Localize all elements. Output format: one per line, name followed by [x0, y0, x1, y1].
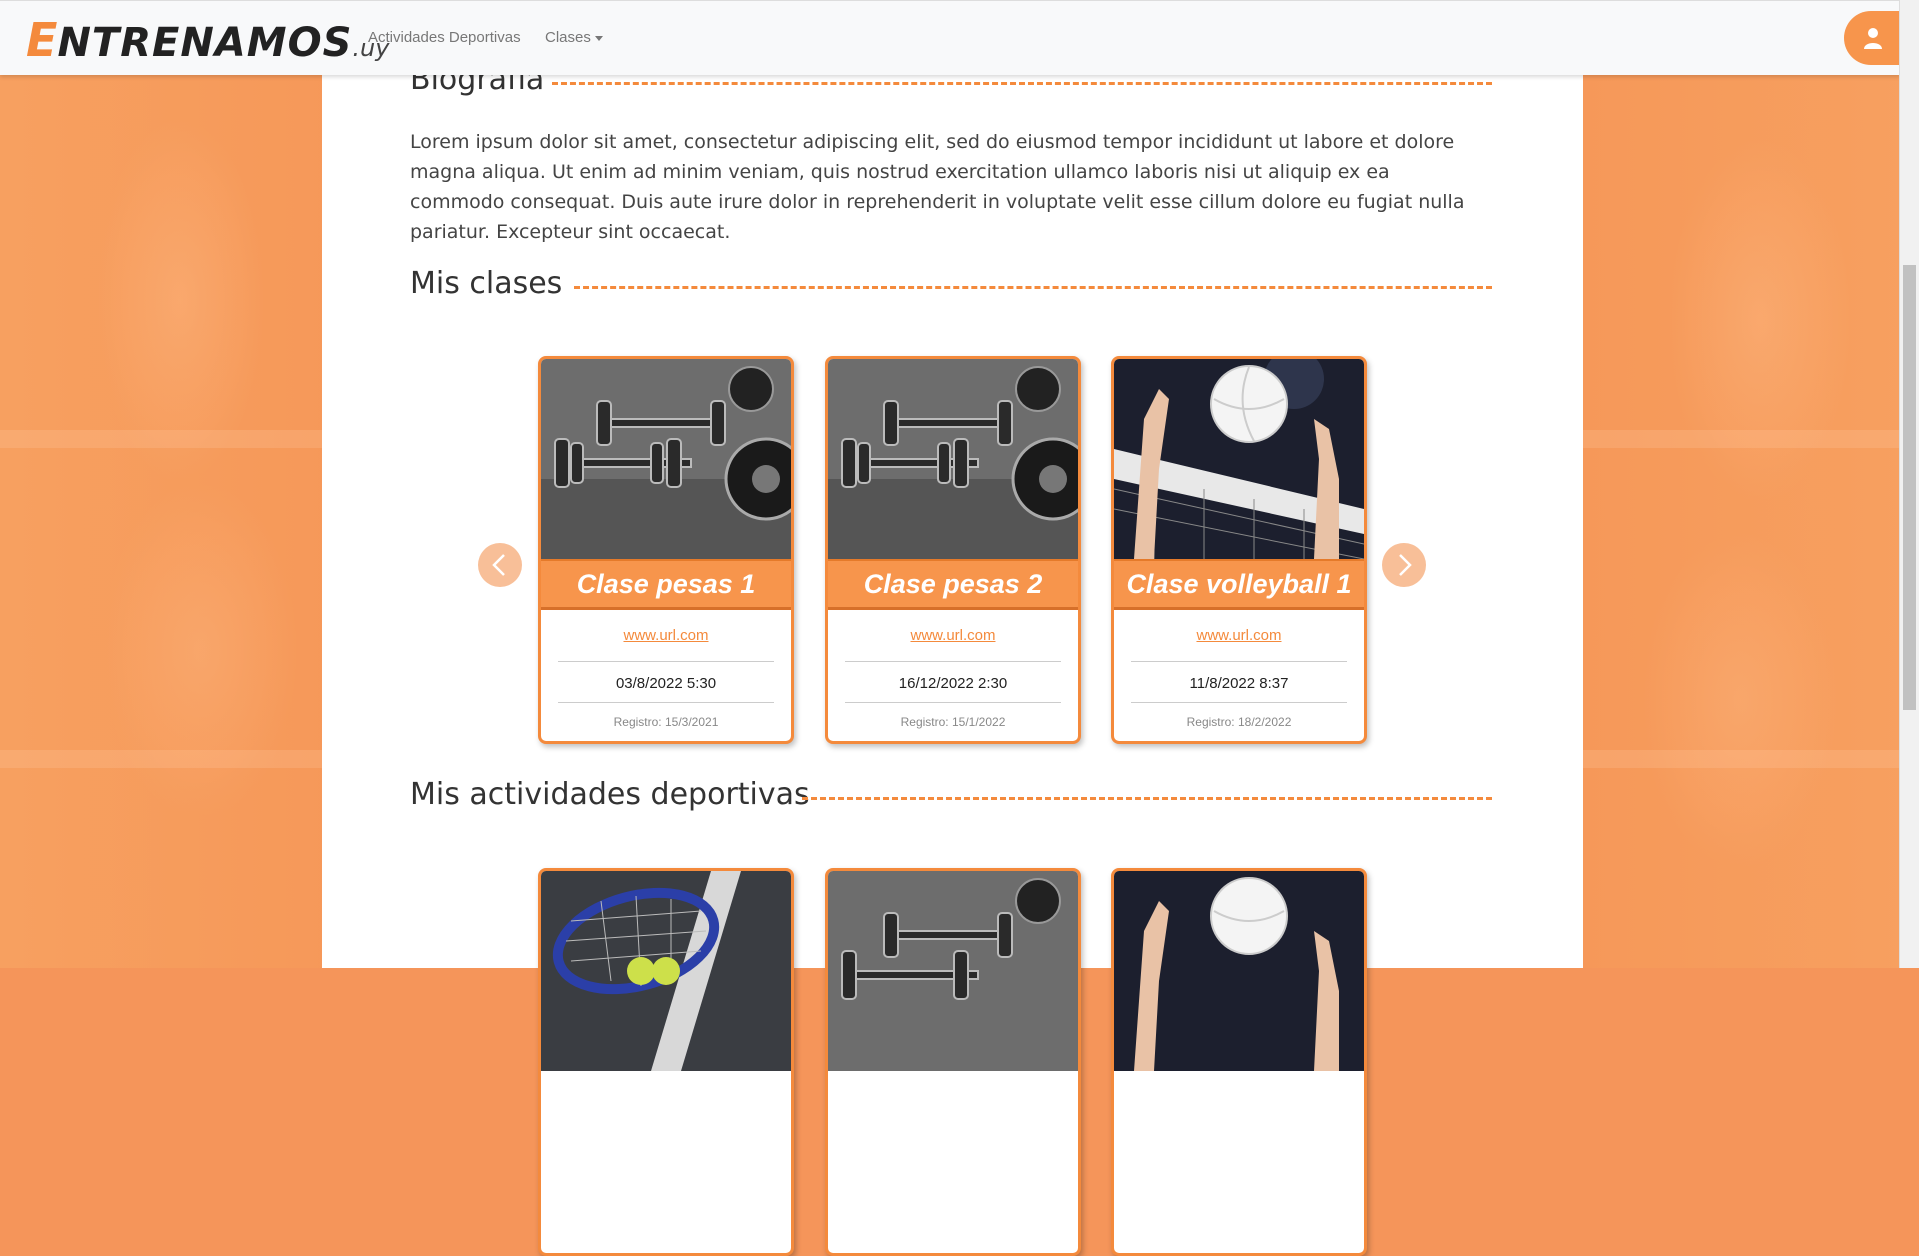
brand-name: NTRENAMOS	[57, 20, 353, 66]
card-title: Clase pesas 2	[828, 559, 1078, 610]
card-date: 11/8/2022 8:37	[1189, 675, 1289, 692]
nav-dropdown-label: Clases	[545, 29, 591, 46]
scrollbar-thumb[interactable]	[1903, 265, 1916, 710]
activity-card[interactable]	[1111, 868, 1367, 1256]
scrollbar[interactable]	[1899, 0, 1919, 968]
card-registro: Registro: 18/2/2022	[1186, 715, 1292, 729]
card-divider	[845, 702, 1061, 703]
section-title-mis-clases: Mis clases	[410, 266, 563, 301]
card-divider	[558, 661, 774, 662]
card-divider	[1131, 661, 1347, 662]
card-date: 03/8/2022 5:30	[615, 675, 717, 692]
nav-link-actividades[interactable]: Actividades Deportivas	[368, 29, 521, 46]
brand-initial: E	[26, 13, 58, 67]
profile-panel: Biografía Lorem ipsum dolor sit amet, co…	[322, 60, 1583, 1256]
class-card[interactable]: Clase pesas 2 www.url.com 16/12/2022 2:3…	[825, 356, 1081, 744]
activity-card[interactable]	[825, 868, 1081, 1256]
user-button[interactable]	[1844, 11, 1900, 65]
volleyball-image	[1114, 871, 1364, 1071]
section-title-actividades: Mis actividades deportivas	[410, 777, 810, 812]
tennis-image	[541, 871, 791, 1071]
brand-logo[interactable]: ENTRENAMOS.uy	[26, 13, 389, 67]
section-divider	[802, 797, 1492, 800]
nav-dropdown-clases[interactable]: Clases	[545, 29, 603, 46]
card-link[interactable]: www.url.com	[828, 627, 1078, 644]
dumbbells-image	[541, 359, 791, 559]
dumbbells-image	[828, 359, 1078, 559]
caret-down-icon	[594, 35, 603, 41]
user-icon	[1864, 28, 1882, 49]
card-link[interactable]: www.url.com	[1114, 627, 1364, 644]
card-registro: Registro: 15/3/2021	[613, 715, 719, 729]
card-divider	[1131, 702, 1347, 703]
section-divider	[574, 286, 1492, 289]
card-divider	[845, 661, 1061, 662]
biography-text: Lorem ipsum dolor sit amet, consectetur …	[410, 131, 1465, 243]
card-date: 16/12/2022 2:30	[898, 675, 1008, 692]
chevron-right-icon	[1399, 554, 1412, 576]
card-divider	[558, 702, 774, 703]
class-card[interactable]: Clase pesas 1 www.url.com 03/8/2022 5:30…	[538, 356, 794, 744]
chevron-left-icon	[492, 554, 505, 576]
navbar: ENTRENAMOS.uy Actividades Deportivas Cla…	[0, 0, 1900, 75]
card-title: Clase volleyball 1	[1114, 559, 1364, 610]
activity-card[interactable]	[538, 868, 794, 1256]
card-link[interactable]: www.url.com	[541, 627, 791, 644]
section-divider	[552, 82, 1492, 85]
carousel-prev-button[interactable]	[478, 543, 522, 587]
dumbbells-image	[828, 871, 1078, 1071]
carousel-next-button[interactable]	[1382, 543, 1426, 587]
card-title: Clase pesas 1	[541, 559, 791, 610]
card-registro: Registro: 15/1/2022	[900, 715, 1006, 729]
volleyball-image	[1114, 359, 1364, 559]
class-card[interactable]: Clase volleyball 1 www.url.com 11/8/2022…	[1111, 356, 1367, 744]
